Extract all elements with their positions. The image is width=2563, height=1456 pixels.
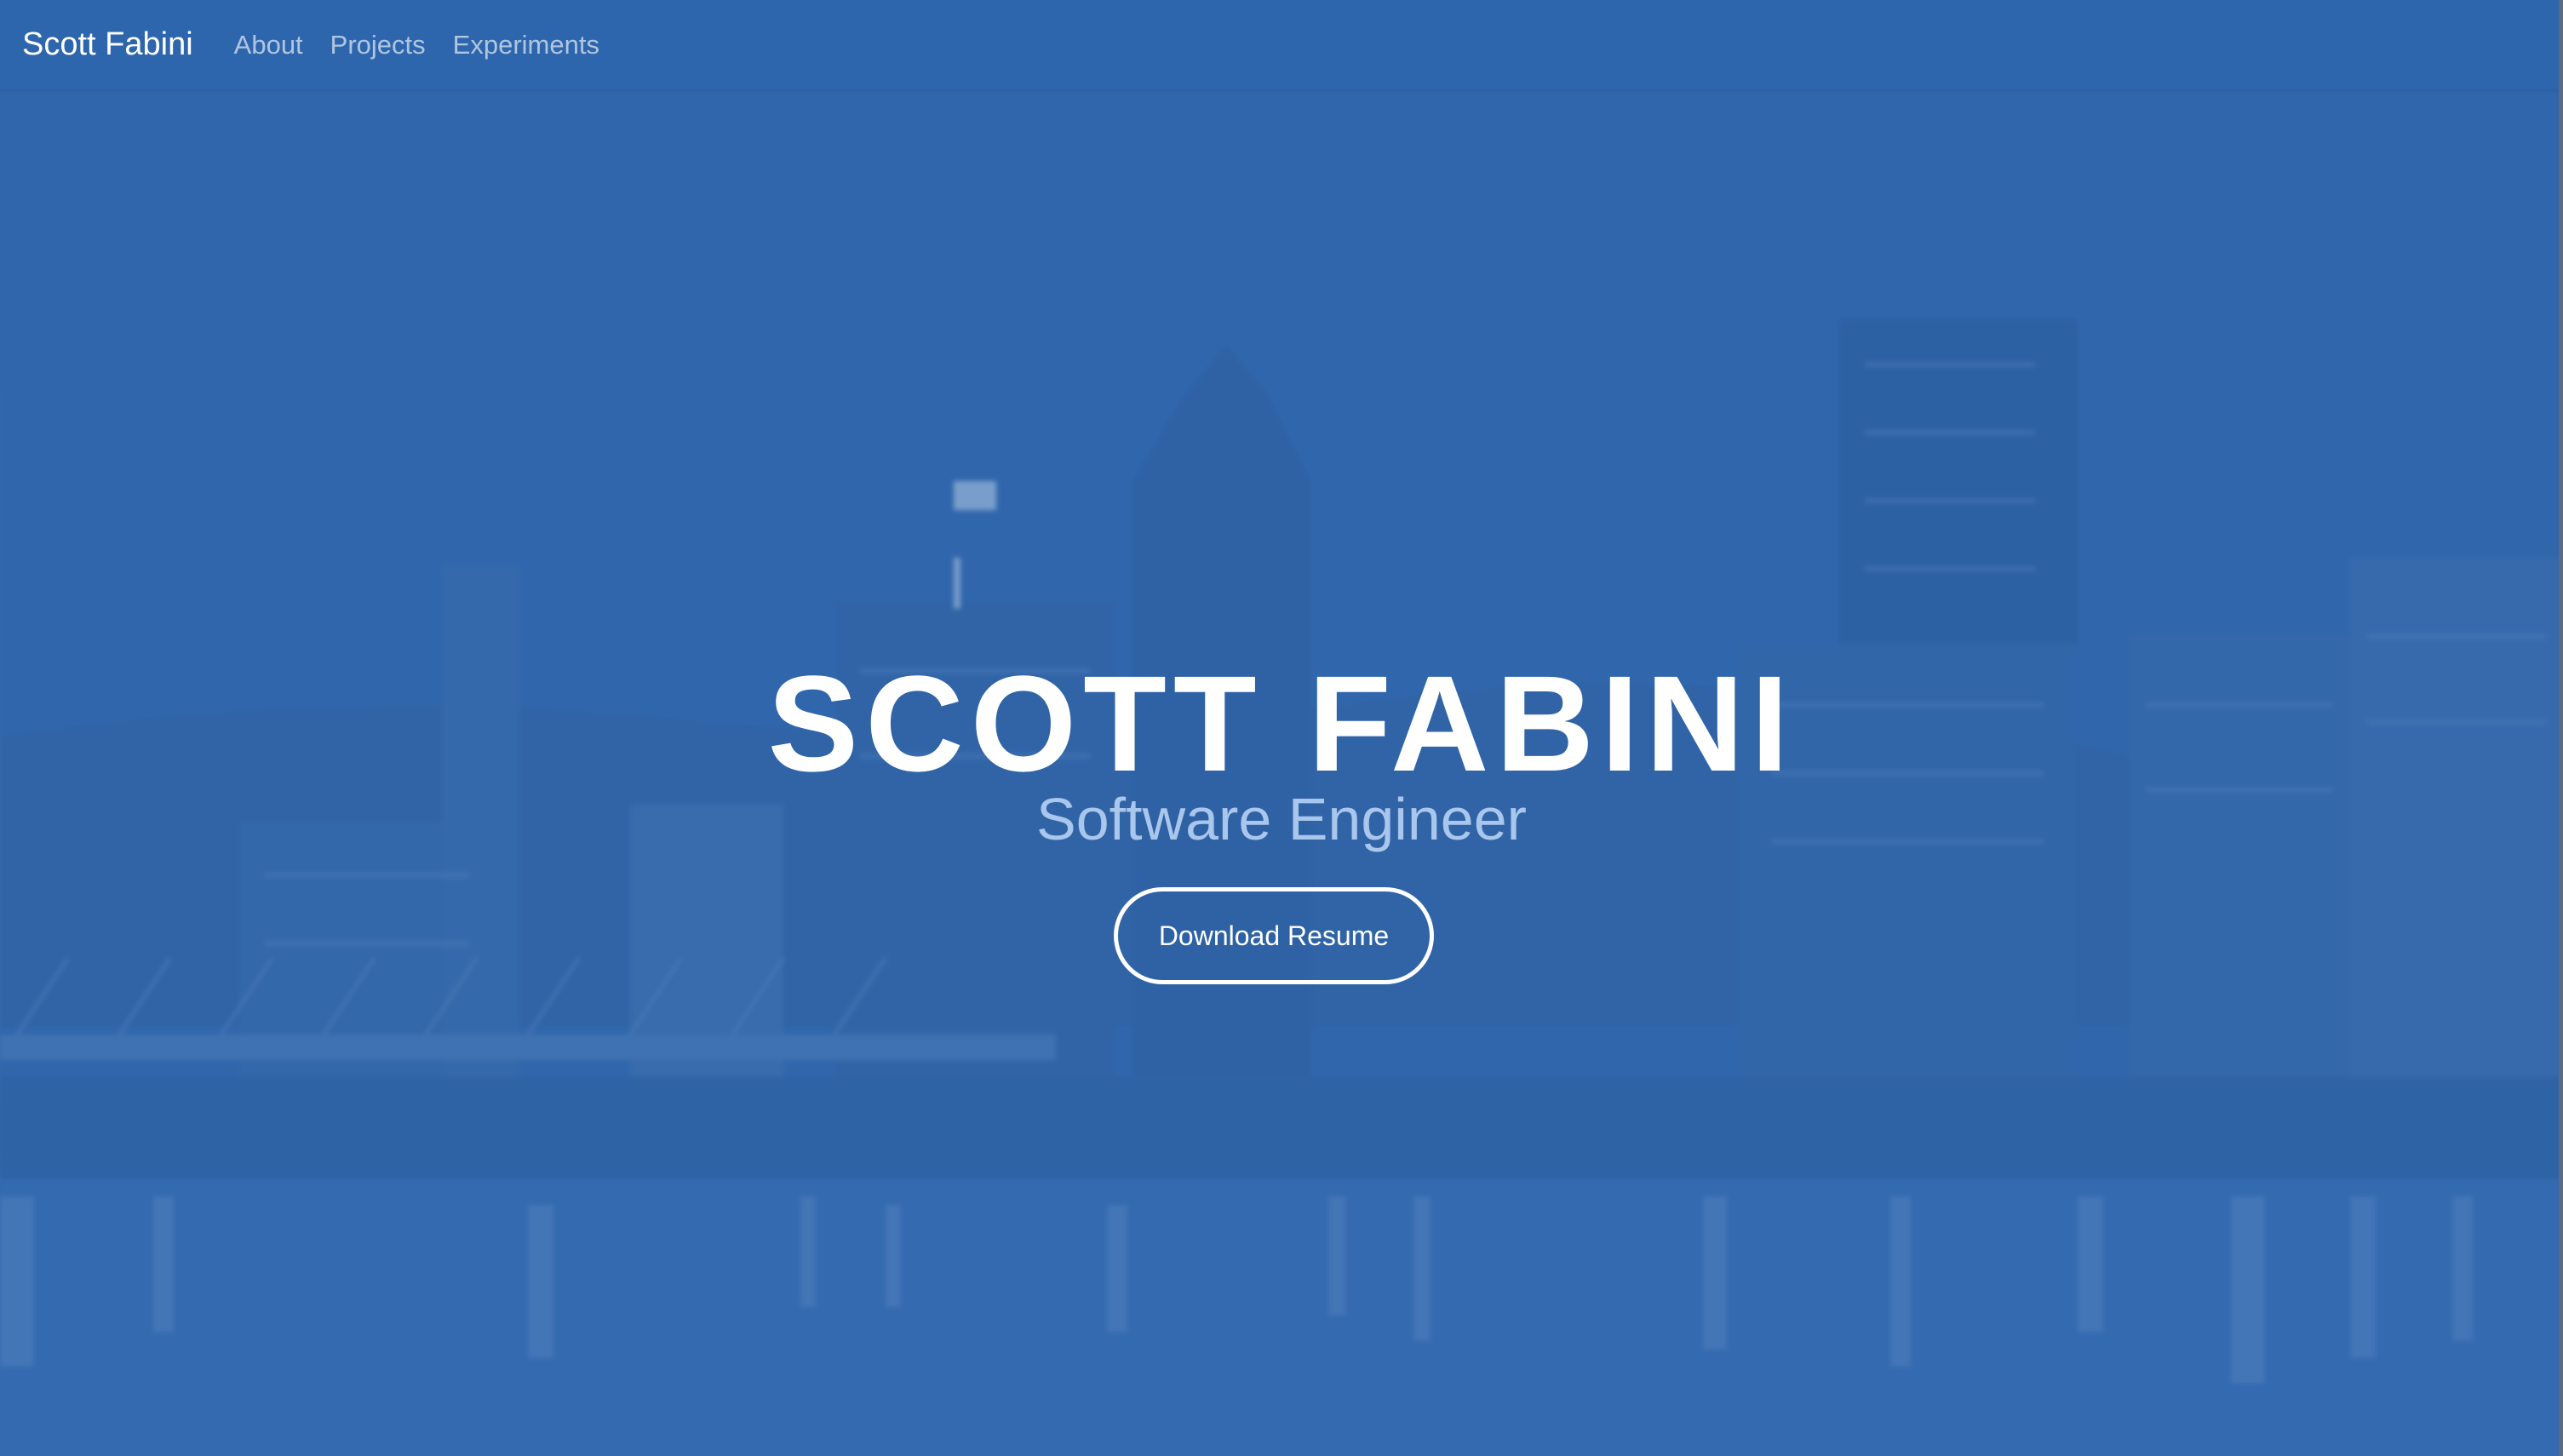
nav-link-experiments[interactable]: Experiments <box>453 30 599 60</box>
download-resume-button[interactable]: Download Resume <box>1114 887 1434 984</box>
window-edge <box>2559 0 2563 1456</box>
brand-link[interactable]: Scott Fabini <box>22 26 193 63</box>
hero-section: SCOTT FABINI Software Engineer Download … <box>0 89 2563 1456</box>
page: Scott Fabini About Projects Experiments <box>0 0 2563 1456</box>
nav-link-about[interactable]: About <box>234 30 303 60</box>
nav-links: About Projects Experiments <box>234 30 627 60</box>
top-navbar: Scott Fabini About Projects Experiments <box>0 0 2563 89</box>
hero-title: SCOTT FABINI <box>767 647 1796 800</box>
hero-subtitle: Software Engineer <box>1036 786 1527 852</box>
nav-link-projects[interactable]: Projects <box>330 30 426 60</box>
